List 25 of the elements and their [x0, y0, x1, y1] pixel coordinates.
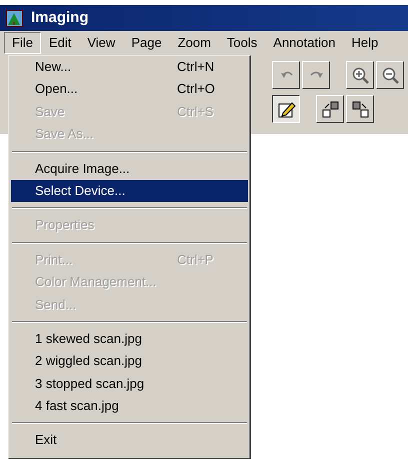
menu-bar-item[interactable]: Page	[123, 32, 170, 54]
pages-icon	[320, 100, 340, 118]
toolbar-button[interactable]	[272, 95, 300, 123]
window-title: Imaging	[31, 8, 89, 28]
menu-item[interactable]: New... Ctrl+N	[11, 56, 248, 78]
menu-bar-item[interactable]: Tools	[218, 32, 266, 54]
menu-item[interactable]: Select Device...	[11, 180, 248, 202]
menu-bar-item[interactable]: Annotation	[265, 32, 344, 54]
menu-bar-item[interactable]: View	[79, 32, 124, 54]
menu-bar-item[interactable]: Help	[343, 32, 386, 54]
menu-item[interactable]: 1 skewed scan.jpg	[11, 328, 248, 350]
menu-item[interactable]: Exit	[11, 429, 248, 452]
app-icon	[6, 10, 23, 26]
menu-item[interactable]: 3 stopped scan.jpg	[11, 372, 248, 396]
menu-bar-item[interactable]: Edit	[40, 32, 80, 54]
zoom-in-icon	[350, 66, 370, 84]
pencil-icon	[276, 100, 296, 118]
menu-item[interactable]: Acquire Image...	[11, 158, 248, 180]
zoom-out-icon	[380, 66, 400, 84]
menu-item[interactable]: 4 fast scan.jpg	[11, 395, 248, 418]
menu-item[interactable]: Open... Ctrl+O	[11, 78, 248, 101]
menu-bar-item[interactable]: File	[4, 32, 41, 54]
menu-bar-item[interactable]: Zoom	[170, 32, 219, 54]
menu-item[interactable]: 2 wiggled scan.jpg	[11, 350, 248, 373]
pages-icon	[350, 100, 370, 118]
